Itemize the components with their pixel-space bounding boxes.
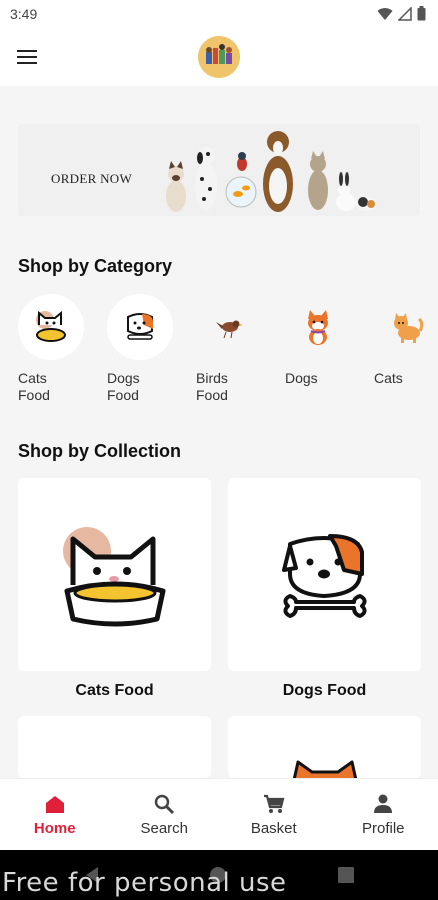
bottom-nav: Home Search Basket Profile (0, 778, 438, 850)
nav-label: Home (33, 820, 76, 837)
search-icon (155, 794, 175, 815)
collection-card-partial[interactable] (18, 716, 211, 778)
collection-card-partial[interactable] (228, 716, 421, 778)
logo-pets-icon (198, 36, 240, 78)
nav-label: Basket (250, 820, 297, 837)
home-icon (45, 796, 64, 813)
nav-item-basket[interactable]: Basket (219, 779, 329, 850)
nav-item-profile[interactable]: Profile (329, 779, 438, 850)
nav-item-search[interactable]: Search (110, 779, 220, 850)
nav-label: Search (140, 820, 189, 837)
shiba-dog-icon (308, 310, 328, 345)
banner-pets-image (166, 131, 376, 212)
status-icons (377, 6, 426, 21)
cart-icon (263, 794, 285, 813)
category-label: Dogs (285, 370, 318, 386)
category-item-cats[interactable]: Cats (374, 294, 438, 387)
menu-button[interactable] (17, 45, 41, 69)
promo-banner[interactable]: ORDER NOW (18, 124, 420, 216)
category-item-cats-food[interactable]: Cats Food (18, 294, 88, 404)
watermark-text: Free for personal use (2, 868, 287, 898)
category-label: Cats (374, 370, 403, 386)
collection-card-cats-food[interactable] (18, 478, 211, 671)
banner-text: ORDER NOW (51, 171, 133, 186)
category-item-dogs-food[interactable]: Dogs Food (107, 294, 177, 404)
app-logo (198, 36, 240, 78)
collection-label: Dogs Food (282, 682, 367, 699)
person-icon (374, 794, 393, 813)
menu-icon (17, 50, 37, 52)
orange-cat-icon (394, 313, 424, 343)
category-circle (196, 294, 262, 360)
nav-label: Profile (361, 820, 405, 837)
category-circle (285, 294, 351, 360)
category-item-birds-food[interactable]: Birds Food (196, 294, 266, 404)
category-item-dogs[interactable]: Dogs (285, 294, 355, 387)
bird-icon (216, 320, 243, 339)
category-label: Birds Food (196, 370, 228, 403)
cat-bowl-icon (63, 527, 166, 627)
collection-section-title: Shop by Collection (18, 441, 182, 461)
category-label: Cats Food (18, 370, 50, 403)
category-circle (18, 294, 84, 360)
collection-label: Cats Food (75, 682, 154, 699)
collection-card-dogs-food[interactable] (228, 478, 421, 671)
orange-cat-icon (292, 760, 358, 778)
cat-bowl-icon (36, 310, 66, 342)
dog-bone-icon (282, 534, 367, 618)
recents-icon[interactable] (338, 867, 354, 883)
status-bar: 3:49 (0, 0, 438, 28)
category-circle (107, 294, 173, 360)
battery-icon (417, 6, 426, 21)
app-bar (0, 28, 438, 86)
category-circle (374, 294, 438, 360)
dog-bone-icon (127, 313, 153, 340)
category-label: Dogs Food (107, 370, 140, 403)
signal-icon (398, 6, 412, 21)
nav-item-home[interactable]: Home (0, 779, 110, 850)
status-time: 3:49 (10, 6, 38, 22)
category-section-title: Shop by Category (18, 256, 173, 276)
wifi-icon (377, 7, 393, 20)
